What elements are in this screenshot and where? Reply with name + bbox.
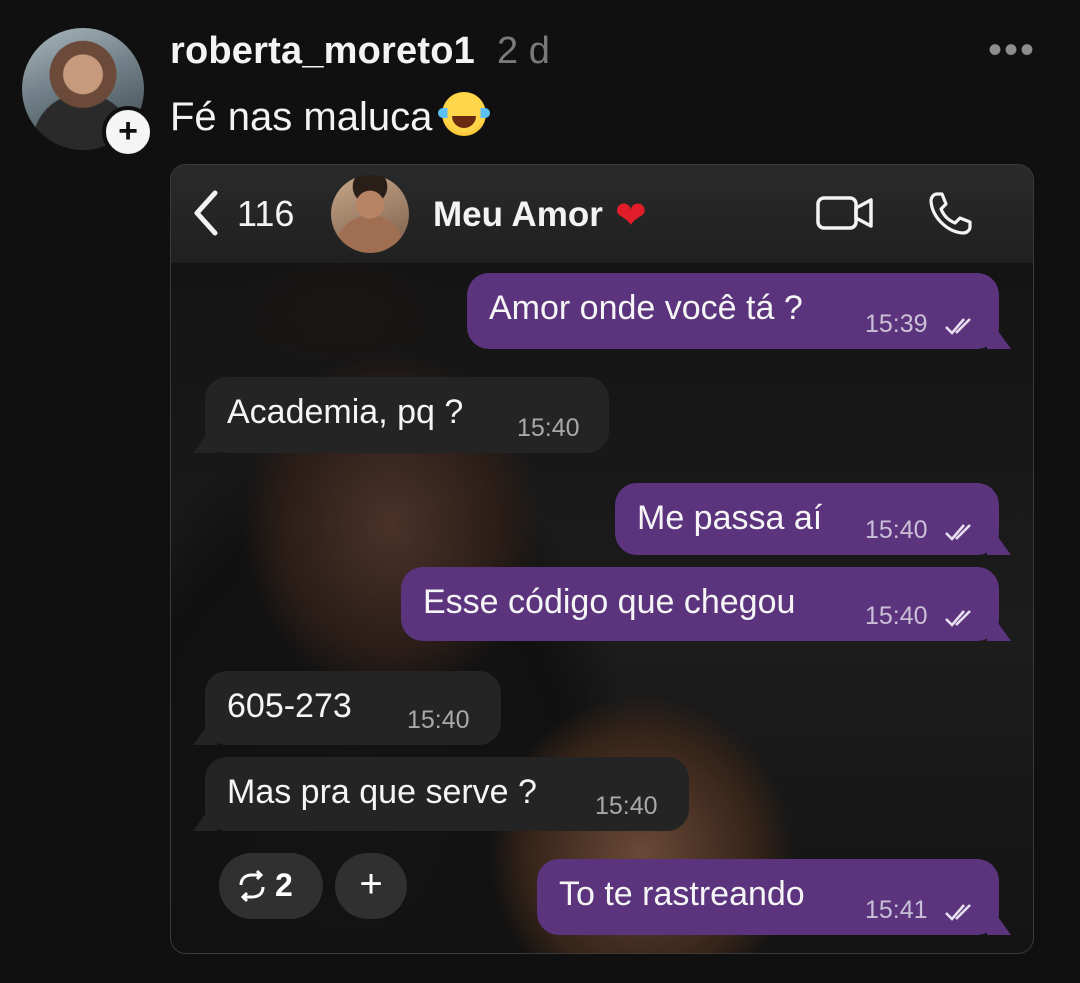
message-bubble-outgoing[interactable]: Amor onde você tá ? 15:39 (467, 273, 999, 349)
message-bubble-incoming[interactable]: Academia, pq ? 15:40 (205, 377, 609, 453)
add-button[interactable]: + (335, 853, 407, 919)
heart-icon: ❤ (614, 195, 647, 237)
message-time: 15:40 (407, 706, 470, 734)
phone-call-icon[interactable] (927, 189, 975, 237)
message-bubble-outgoing[interactable]: To te rastreando 15:41 (537, 859, 999, 935)
double-check-icon (945, 904, 971, 921)
unread-count[interactable]: 116 (237, 193, 294, 235)
repost-count: 2 (275, 867, 293, 903)
chat-header: 116 Meu Amor ❤ (171, 165, 1033, 263)
message-bubble-incoming[interactable]: 605-273 15:40 (205, 671, 501, 745)
message-text: Esse código que chegou (423, 583, 796, 621)
contact-name[interactable]: Meu Amor ❤ (433, 193, 647, 238)
username[interactable]: roberta_moreto1 (170, 30, 475, 73)
message-time: 15:39 (865, 310, 928, 338)
laughing-emoji-icon (438, 92, 491, 136)
message-time: 15:40 (865, 516, 928, 544)
message-time: 15:40 (865, 602, 928, 630)
message-text: Me passa aí (637, 499, 823, 537)
message-text: Amor onde você tá ? (489, 289, 803, 327)
post-time: 2 d (497, 30, 550, 72)
message-time: 15:41 (865, 896, 928, 924)
double-check-icon (945, 610, 971, 627)
more-options-button[interactable]: ••• (988, 28, 1036, 73)
message-bubble-incoming[interactable]: Mas pra que serve ? 15:40 (205, 757, 689, 831)
back-chevron-icon[interactable] (187, 187, 227, 239)
post-caption: Fé nas maluca (170, 92, 491, 140)
follow-button[interactable]: + (102, 106, 154, 158)
plus-icon: + (359, 862, 383, 906)
message-text: To te rastreando (559, 875, 805, 913)
post-image[interactable]: 116 Meu Amor ❤ Amor onde você tá ? 15:39 … (170, 164, 1034, 954)
contact-avatar[interactable] (331, 175, 409, 253)
message-text: Academia, pq ? (227, 393, 464, 431)
double-check-icon (945, 318, 971, 335)
contact-name-text: Meu Amor (433, 195, 603, 234)
repost-button[interactable]: 2 (219, 853, 323, 919)
message-bubble-outgoing[interactable]: Esse código que chegou 15:40 (401, 567, 999, 641)
message-text: 605-273 (227, 687, 352, 725)
repost-icon (239, 869, 265, 903)
double-check-icon (945, 524, 971, 541)
caption-text: Fé nas maluca (170, 95, 433, 139)
message-time: 15:40 (595, 792, 658, 820)
message-time: 15:40 (517, 414, 580, 442)
message-text: Mas pra que serve ? (227, 773, 537, 811)
message-bubble-outgoing[interactable]: Me passa aí 15:40 (615, 483, 999, 555)
video-call-icon[interactable] (815, 193, 875, 233)
